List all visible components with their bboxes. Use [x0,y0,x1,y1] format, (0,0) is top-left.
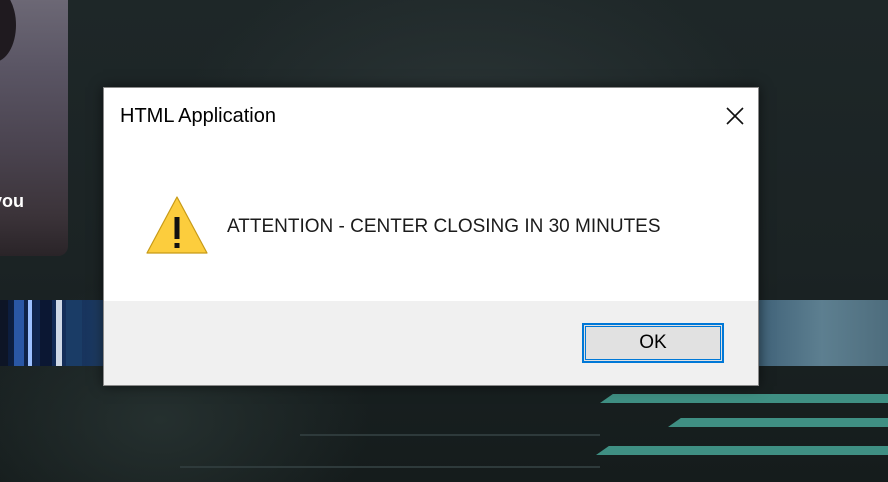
dialog-footer: OK [104,301,758,385]
close-icon [726,107,744,125]
dialog-title: HTML Application [120,105,276,127]
background-banner-right [756,300,888,366]
warning-icon [146,196,208,254]
dialog-message: ATTENTION - CENTER CLOSING IN 30 MINUTES [227,216,661,237]
decorative-stripe [600,394,888,403]
close-button[interactable] [712,88,758,144]
video-thumbnail-card[interactable]: you [0,0,68,256]
decorative-stripe [596,446,888,455]
decorative-stripe [668,418,888,427]
alert-dialog: HTML Application ATTENTION - CENTER CLOS… [103,87,759,386]
card-caption: you [0,191,25,211]
ok-button[interactable]: OK [582,323,724,363]
